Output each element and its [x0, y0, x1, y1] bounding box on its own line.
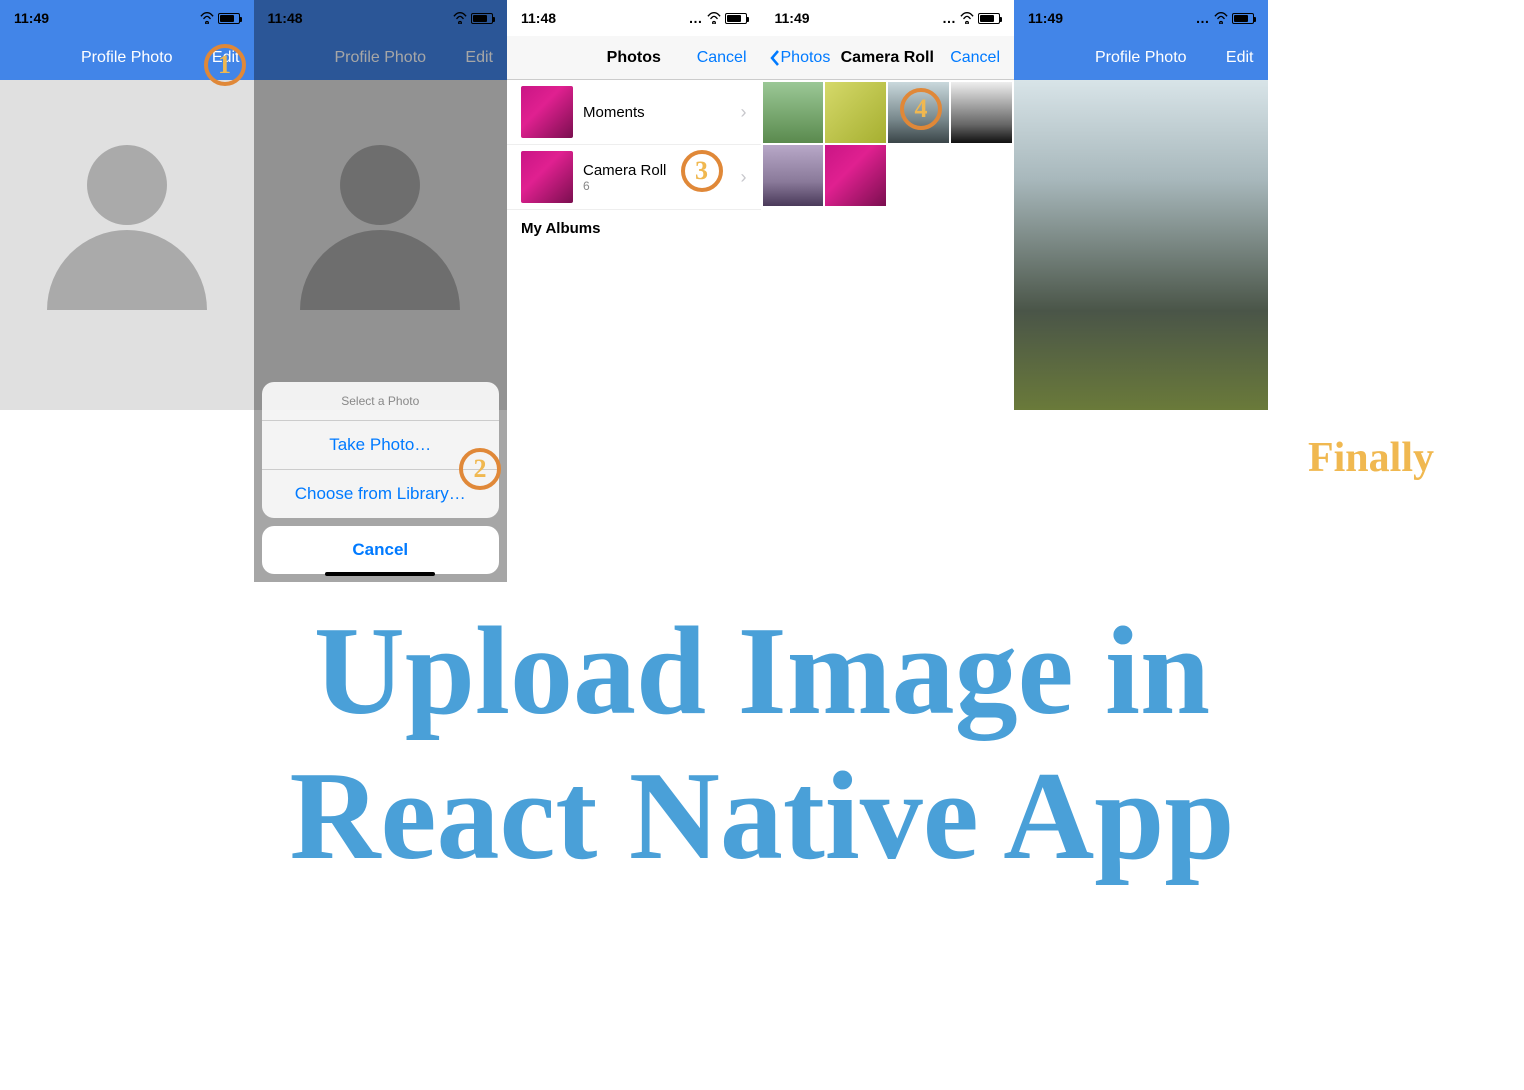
wifi-icon — [1214, 12, 1228, 24]
status-right — [200, 12, 240, 24]
back-label: Photos — [781, 49, 831, 67]
cellular-icon: … — [689, 10, 703, 26]
photo-thumb[interactable] — [763, 82, 824, 143]
phone-screen-1: 11:49 Profile Photo Edit 1 — [0, 0, 254, 582]
time-label: 11:49 — [1028, 10, 1063, 26]
screens-row: 11:49 Profile Photo Edit 1 11:48 Profile… — [0, 0, 1524, 582]
battery-icon — [725, 13, 747, 24]
cancel-button[interactable]: Cancel — [262, 526, 500, 574]
profile-placeholder — [0, 80, 254, 410]
phone-screen-5: 11:49 … Profile Photo Edit — [1014, 0, 1268, 582]
finally-label: Finally — [1308, 434, 1434, 482]
chevron-right-icon: › — [741, 167, 747, 188]
nav-bar: Photos Cancel — [507, 36, 761, 80]
nav-title: Camera Roll — [841, 49, 934, 67]
status-bar: 11:49 … — [761, 0, 1015, 36]
time-label: 11:48 — [521, 10, 556, 26]
time-label: 11:49 — [775, 10, 810, 26]
selected-photo — [1014, 80, 1268, 410]
battery-icon — [1232, 13, 1254, 24]
action-sheet-group: Select a Photo Take Photo… Choose from L… — [262, 382, 500, 518]
thumbnail-icon — [521, 86, 573, 138]
wifi-icon — [960, 12, 974, 24]
phone-screen-3: 11:48 … Photos Cancel Moments › Camera R… — [507, 0, 761, 582]
nav-title: Photos — [607, 49, 661, 67]
step-badge-3: 3 — [681, 150, 723, 192]
main-title-line1: Upload Image in — [0, 600, 1524, 745]
nav-title: Profile Photo — [1095, 49, 1187, 67]
photo-thumb[interactable] — [825, 82, 886, 143]
time-label: 11:49 — [14, 10, 49, 26]
cellular-icon: … — [1196, 10, 1210, 26]
moments-row[interactable]: Moments › — [507, 80, 761, 145]
battery-icon — [978, 13, 1000, 24]
row-label: Moments — [583, 104, 741, 121]
nav-bar: Photos Camera Roll Cancel — [761, 36, 1015, 80]
cellular-icon: … — [942, 10, 956, 26]
photo-thumb[interactable] — [951, 82, 1012, 143]
chevron-left-icon — [769, 49, 781, 67]
back-button[interactable]: Photos — [769, 49, 831, 67]
photo-thumb[interactable] — [763, 145, 824, 206]
status-bar: 11:49 — [0, 0, 254, 36]
main-title: Upload Image in React Native App — [0, 600, 1524, 890]
main-title-line2: React Native App — [0, 745, 1524, 890]
status-right: … — [942, 10, 1000, 26]
home-indicator — [325, 572, 435, 576]
step-badge-2: 2 — [459, 448, 501, 490]
nav-title: Profile Photo — [81, 49, 173, 67]
status-bar: 11:49 … — [1014, 0, 1268, 36]
avatar-icon — [37, 135, 217, 315]
edit-button[interactable]: Edit — [1226, 49, 1254, 67]
step-badge-1: 1 — [204, 44, 246, 86]
wifi-icon — [200, 12, 214, 24]
photo-thumb[interactable] — [825, 145, 886, 206]
status-right: … — [689, 10, 747, 26]
camera-roll-row[interactable]: Camera Roll 6 › — [507, 145, 761, 210]
cancel-button[interactable]: Cancel — [950, 49, 1000, 67]
section-my-albums: My Albums — [507, 210, 761, 247]
chevron-right-icon: › — [741, 102, 747, 123]
status-right: … — [1196, 10, 1254, 26]
phone-screen-4: 11:49 … Photos Camera Roll Cancel 4 — [761, 0, 1015, 582]
step-badge-4: 4 — [900, 88, 942, 130]
nav-bar: Profile Photo Edit — [1014, 36, 1268, 80]
phone-screen-2: 11:48 Profile Photo Edit Select a Photo … — [254, 0, 508, 582]
wifi-icon — [707, 12, 721, 24]
sheet-title: Select a Photo — [262, 382, 500, 421]
photo-grid — [761, 80, 1015, 208]
cancel-button[interactable]: Cancel — [697, 49, 747, 67]
thumbnail-icon — [521, 151, 573, 203]
status-bar: 11:48 … — [507, 0, 761, 36]
battery-icon — [218, 13, 240, 24]
